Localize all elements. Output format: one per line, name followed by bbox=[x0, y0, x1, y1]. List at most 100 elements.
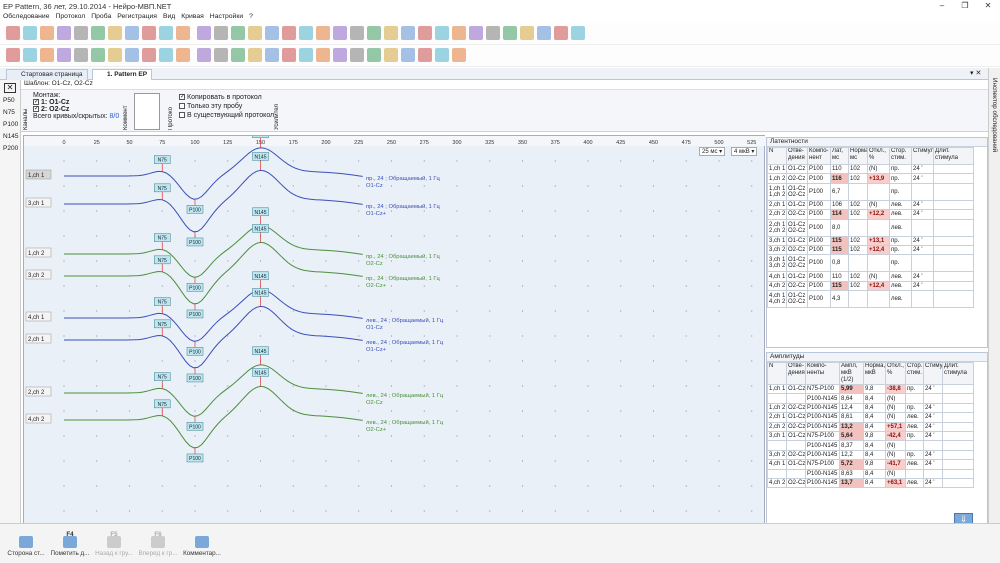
minimize-button[interactable]: – bbox=[932, 1, 952, 12]
bottom-button-4[interactable]: Комментар... bbox=[179, 527, 225, 561]
table-header[interactable]: Ампл, мкВ (1/2) bbox=[839, 362, 864, 385]
toolbar2-button-3[interactable] bbox=[57, 48, 71, 62]
toolbar1-button-20[interactable] bbox=[350, 26, 364, 40]
checkbox-icon[interactable] bbox=[179, 112, 185, 119]
ep-curves-svg[interactable]: 0 25 50 75 100 125 150 175 200 225 250 275 300 325 350… bbox=[24, 129, 766, 525]
toolbar2-button-15[interactable] bbox=[265, 48, 279, 62]
toolbar1-button-9[interactable] bbox=[159, 26, 173, 40]
toolbar2-button-24[interactable] bbox=[418, 48, 432, 62]
table-row[interactable]: 4,ch 1 4,ch 2 O1-Cz O2-Cz P100 4,3 лев. bbox=[767, 290, 974, 309]
toolbar1-button-0[interactable] bbox=[6, 26, 20, 40]
table-row[interactable]: 1,ch 2 O2-Cz P100 116 102 +13,9 пр. 24 ' bbox=[767, 173, 974, 184]
table-header[interactable]: Лат, мс bbox=[830, 147, 849, 165]
toolbar2-button-14[interactable] bbox=[248, 48, 262, 62]
checkbox-icon[interactable]: ✓ bbox=[179, 94, 185, 101]
toolbar1-button-15[interactable] bbox=[265, 26, 279, 40]
toolbar1-button-28[interactable] bbox=[486, 26, 500, 40]
toolbar2-button-10[interactable] bbox=[176, 48, 190, 62]
toolbar1-button-32[interactable] bbox=[554, 26, 568, 40]
menu-item-view[interactable]: Вид bbox=[163, 13, 175, 23]
toolbar2-button-22[interactable] bbox=[384, 48, 398, 62]
table-row[interactable]: 2,ch 1 O1-Cz P100 106 102 (N) лев. 24 ' bbox=[767, 199, 974, 211]
table-row[interactable]: 3,ch 2 O2-Cz P100 115 102 +12,4 пр. 24 ' bbox=[767, 244, 974, 256]
comp-n145[interactable]: N145 bbox=[3, 133, 19, 140]
amp-scale-select[interactable]: 4 мкВ ▾ bbox=[731, 147, 758, 156]
toolbar2-button-25[interactable] bbox=[435, 48, 449, 62]
toolbar1-button-3[interactable] bbox=[57, 26, 71, 40]
toolbar1-button-8[interactable] bbox=[142, 26, 156, 40]
toolbar1-button-1[interactable] bbox=[23, 26, 37, 40]
table-row[interactable]: 1,ch 1 1,ch 2 O1-Cz O2-Cz P100 6,7 пр. bbox=[767, 182, 974, 201]
comp-p50[interactable]: P50 bbox=[3, 97, 15, 104]
table-row[interactable]: P100-N145 8,37 8,4 (N) bbox=[767, 440, 974, 451]
toolbar1-button-30[interactable] bbox=[520, 26, 534, 40]
table-row[interactable]: 2,ch 1 O1-Cz P100-N145 8,61 8,4 (N) лев. 24 ' bbox=[767, 412, 974, 423]
option-this-sample[interactable]: Только эту пробу bbox=[179, 102, 274, 111]
close-button[interactable]: ✕ bbox=[978, 1, 998, 12]
table-row[interactable]: 2,ch 2 O2-Cz P100 114 102 +12,2 лев. 24 ' bbox=[767, 209, 974, 220]
toolbar1-button-11[interactable] bbox=[197, 26, 211, 40]
bottom-button-2[interactable]: F5 Назад к гру... bbox=[91, 527, 137, 561]
toolbar1-button-26[interactable] bbox=[452, 26, 466, 40]
menu-item-curve[interactable]: Кривая bbox=[181, 13, 204, 23]
tab-pattern-ep[interactable]: 1. Pattern EP bbox=[92, 69, 153, 80]
bottom-button-1[interactable]: F4 Пометить д... bbox=[47, 527, 93, 561]
menu-item-help[interactable]: ? bbox=[249, 13, 253, 23]
table-header[interactable]: Длит. стимула bbox=[942, 362, 974, 385]
toolbar2-button-4[interactable] bbox=[74, 48, 88, 62]
table-row[interactable]: 1,ch 2 O2-Cz P100-N145 12,4 8,4 (N) пр. 24 ' bbox=[767, 402, 974, 414]
table-header[interactable]: Норма, мс bbox=[848, 147, 868, 165]
ep-curves-chart[interactable]: 0 25 50 75 100 125 150 175 200 225 250 275 300 325 350… bbox=[23, 129, 766, 525]
toolbar1-button-19[interactable] bbox=[333, 26, 347, 40]
toolbar1-button-17[interactable] bbox=[299, 26, 313, 40]
montage-item-1[interactable]: ✓ 1: O1-Cz bbox=[33, 99, 119, 106]
table-header[interactable]: Стимул bbox=[911, 147, 934, 165]
table-row[interactable]: 3,ch 1 O1-Cz N75-P100 5,64 9,8 -42,4 пр. 24 ' bbox=[767, 430, 974, 442]
toolbar1-button-25[interactable] bbox=[435, 26, 449, 40]
toolbar2-button-26[interactable] bbox=[452, 48, 466, 62]
time-scale-select[interactable]: 25 мс ▾ bbox=[699, 147, 726, 156]
comp-p200[interactable]: P200 bbox=[3, 145, 18, 152]
montage-item-2[interactable]: ✓ 2: O2-Cz bbox=[33, 106, 119, 113]
toolbar2-button-0[interactable] bbox=[6, 48, 20, 62]
toolbar2-button-2[interactable] bbox=[40, 48, 54, 62]
menu-item-exam[interactable]: Обследование bbox=[3, 13, 50, 23]
toolbar1-button-10[interactable] bbox=[176, 26, 190, 40]
toolbar1-button-31[interactable] bbox=[537, 26, 551, 40]
table-header[interactable]: Длит. стимула bbox=[933, 147, 974, 165]
toolbar1-button-7[interactable] bbox=[125, 26, 139, 40]
menu-item-registration[interactable]: Регистрация bbox=[117, 13, 157, 23]
table-row[interactable]: 4,ch 2 O2-Cz P100 115 102 +12,4 лев. 24 ' bbox=[767, 280, 974, 292]
toolbar2-button-19[interactable] bbox=[333, 48, 347, 62]
toolbar2-button-9[interactable] bbox=[159, 48, 173, 62]
toolbar1-button-33[interactable] bbox=[571, 26, 585, 40]
comment-box[interactable] bbox=[134, 93, 160, 130]
option-existing[interactable]: В существующий протокол bbox=[179, 111, 274, 120]
table-row[interactable]: 4,ch 1 O1-Cz N75-P100 5,72 9,8 -41,7 лев. 24 ' bbox=[767, 459, 974, 470]
table-header[interactable]: Откл., % bbox=[885, 362, 906, 385]
table-header[interactable]: Отве-дения bbox=[786, 362, 806, 385]
table-header[interactable]: Стор. стим. bbox=[905, 362, 924, 385]
toolbar1-button-21[interactable] bbox=[367, 26, 381, 40]
table-row[interactable]: 1,ch 1 O1-Cz P100 110 102 (N) пр. 24 ' bbox=[767, 163, 974, 175]
table-row[interactable]: 2,ch 1 2,ch 2 O1-Cz O2-Cz P100 8,0 лев. bbox=[767, 218, 974, 237]
table-row[interactable]: 4,ch 2 O2-Cz P100-N145 13,7 8,4 +63,1 лев. 24 ' bbox=[767, 477, 974, 489]
toolbar1-button-29[interactable] bbox=[503, 26, 517, 40]
toolbar2-button-5[interactable] bbox=[91, 48, 105, 62]
toolbar1-button-16[interactable] bbox=[282, 26, 296, 40]
toolbar1-button-4[interactable] bbox=[74, 26, 88, 40]
toolbar2-button-7[interactable] bbox=[125, 48, 139, 62]
toolbar2-button-20[interactable] bbox=[350, 48, 364, 62]
comp-n75[interactable]: N75 bbox=[3, 109, 15, 116]
table-row[interactable]: 3,ch 2 O2-Cz P100-N145 12,2 8,4 (N) пр. 24 ' bbox=[767, 449, 974, 461]
toolbar2-button-17[interactable] bbox=[299, 48, 313, 62]
toolbar2-button-23[interactable] bbox=[401, 48, 415, 62]
toolbar2-button-1[interactable] bbox=[23, 48, 37, 62]
comp-p100[interactable]: P100 bbox=[3, 121, 18, 128]
table-row[interactable]: 4,ch 1 O1-Cz P100 110 102 (N) лев. 24 ' bbox=[767, 271, 974, 282]
table-row[interactable]: 3,ch 1 3,ch 2 O1-Cz O2-Cz P100 0,8 пр. bbox=[767, 254, 974, 273]
bottom-button-0[interactable]: Сторона ст... bbox=[3, 527, 49, 561]
toolbar1-button-13[interactable] bbox=[231, 26, 245, 40]
toolbar1-button-2[interactable] bbox=[40, 26, 54, 40]
toolbar1-button-12[interactable] bbox=[214, 26, 228, 40]
